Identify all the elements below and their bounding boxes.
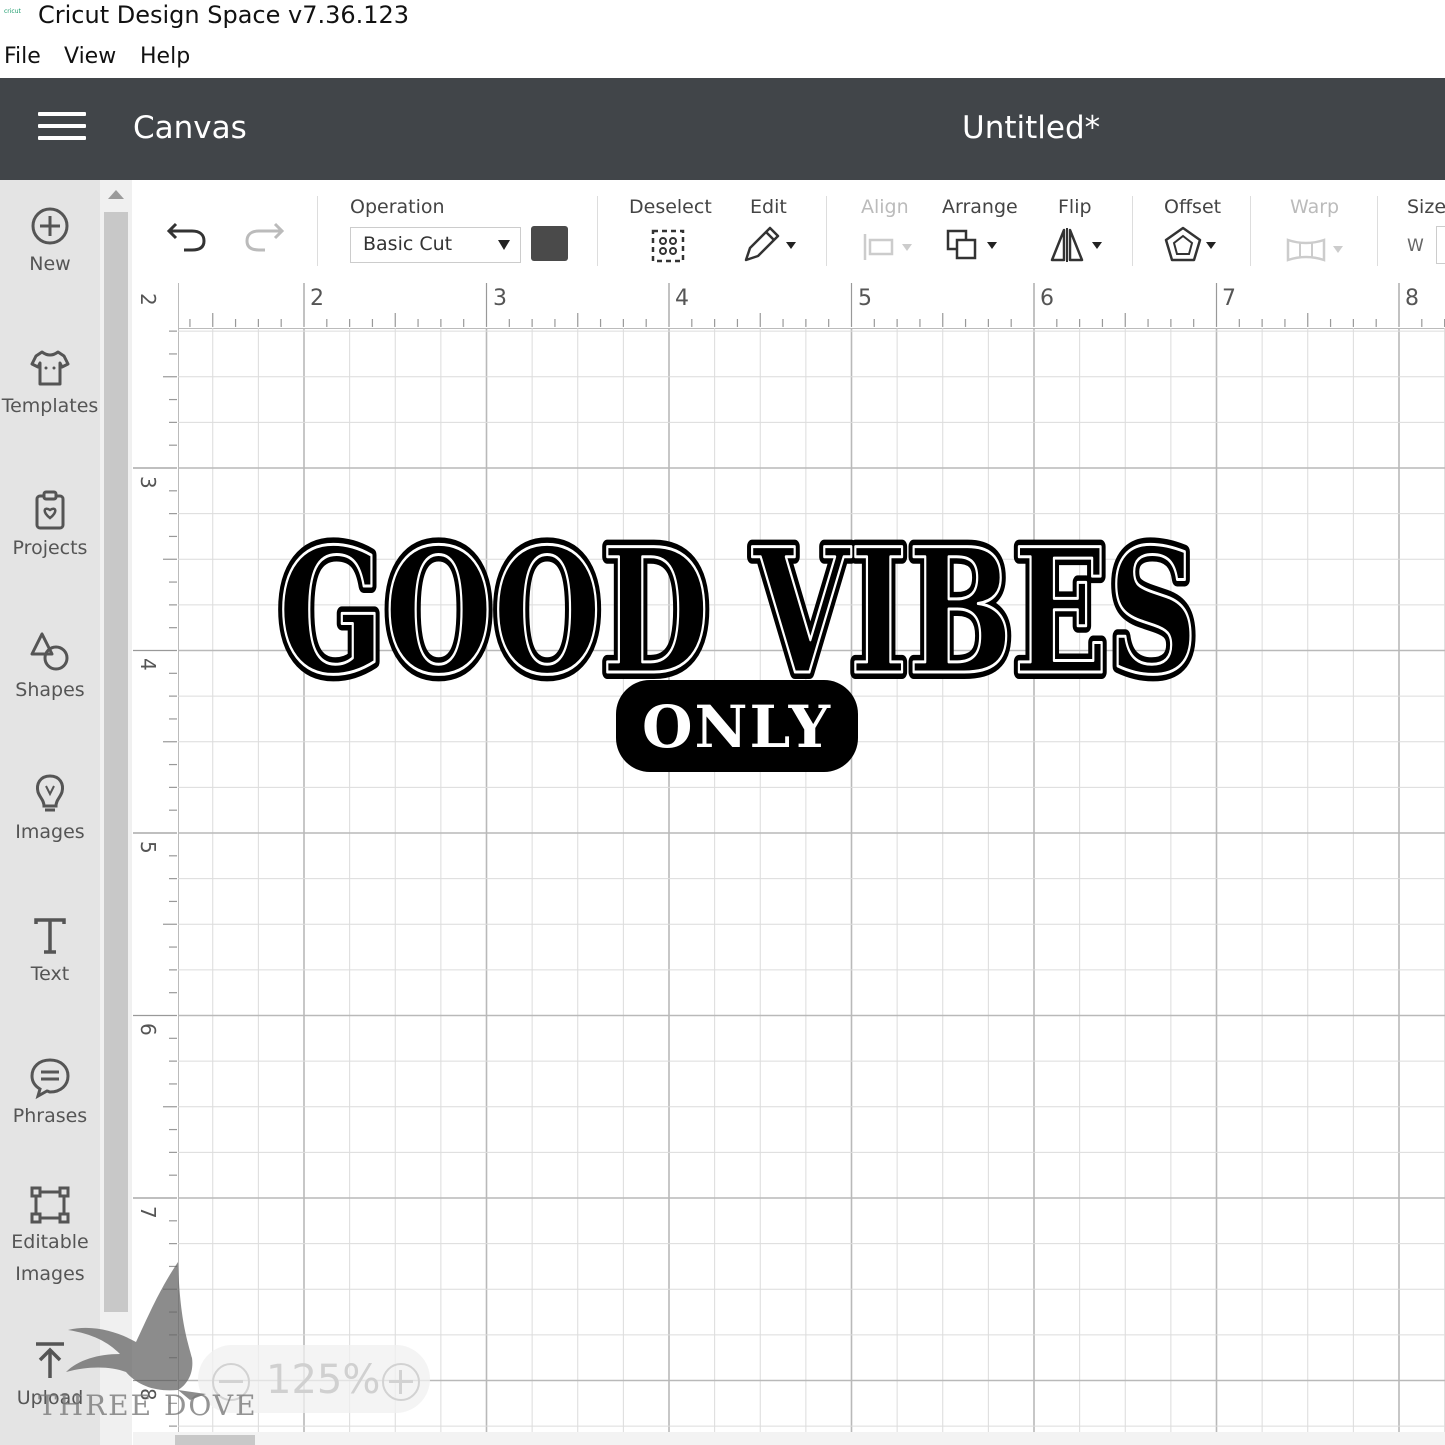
ruler-number: 3 <box>493 286 507 311</box>
ruler-number: 6 <box>136 1023 160 1036</box>
ruler-number: 7 <box>1222 286 1236 311</box>
ruler-number: 4 <box>675 286 689 311</box>
design-good-vibes-only[interactable]: GOOD VIBES GOOD VIBES ONLY <box>260 470 1220 790</box>
ruler-number: 5 <box>136 841 160 854</box>
zoom-in-button[interactable] <box>382 1363 420 1401</box>
design-line-2[interactable]: ONLY <box>642 693 832 761</box>
horizontal-scrollbar[interactable] <box>133 1432 1445 1445</box>
zoom-level: 125% <box>266 1357 381 1403</box>
ruler-number: 6 <box>1040 286 1054 311</box>
watermark-text: THREE DOVE <box>38 1389 258 1422</box>
scrollbar-thumb[interactable] <box>175 1435 255 1445</box>
ruler-number: 4 <box>136 658 160 671</box>
ruler-number: 3 <box>136 476 160 489</box>
ruler-number: 2 <box>310 286 324 311</box>
ruler-number: 5 <box>858 286 872 311</box>
ruler-number: 7 <box>136 1206 160 1219</box>
ruler-number: 2 <box>136 293 160 306</box>
ruler-number: 8 <box>1405 286 1419 311</box>
